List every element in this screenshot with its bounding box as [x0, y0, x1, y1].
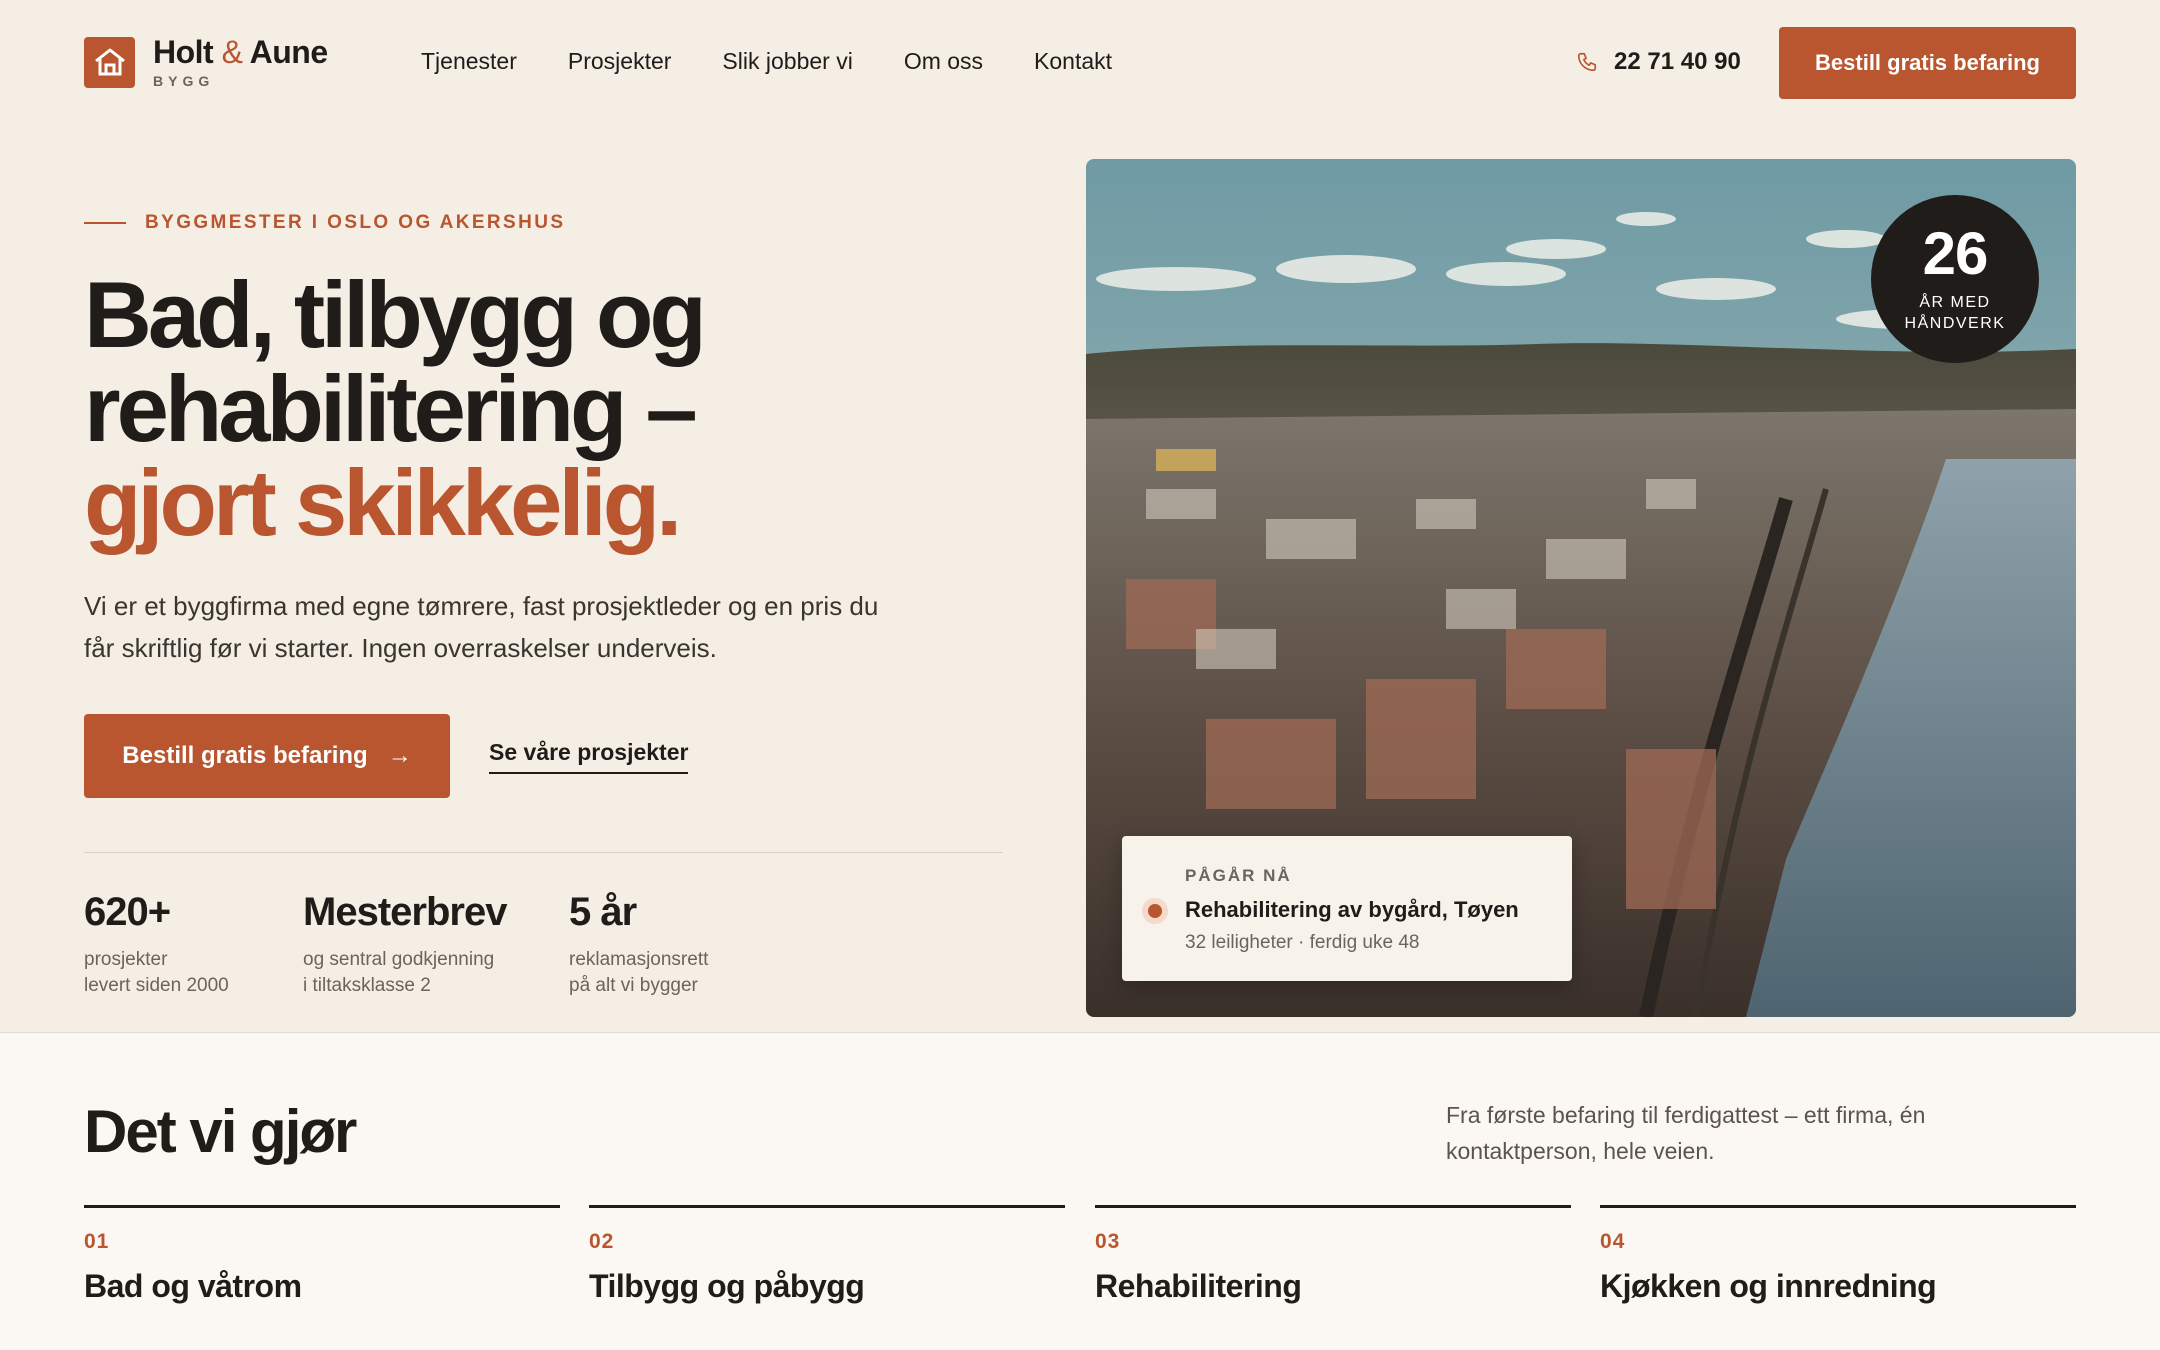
services-description: Fra første befaring til ferdigattest – e…	[1446, 1102, 1926, 1164]
service-number: 02	[589, 1230, 615, 1253]
service-number: 01	[84, 1230, 110, 1253]
phone-icon	[1577, 52, 1597, 72]
service-number: 04	[1600, 1230, 1626, 1253]
book-inspection-button-header[interactable]: Bestill gratis befaring	[1779, 27, 2076, 99]
brand-name: Holt & Aune	[153, 34, 328, 70]
stat-value: 620+	[84, 890, 171, 934]
arrow-right-icon: →	[387, 742, 412, 769]
hero-title-line-2: rehabilitering –	[84, 356, 698, 461]
live-dot-icon	[1142, 898, 1168, 924]
service-card-tilbygg[interactable]: 02 Tilbygg og påbygg	[589, 1205, 1065, 1305]
stat-label: reklamasjonsrett på alt vi bygger	[569, 949, 709, 996]
site-header: Holt & Aune BYGG Tjenester Prosjekter Sl…	[0, 0, 2160, 126]
nav-item-tjenester[interactable]: Tjenester	[421, 48, 517, 75]
service-card-kjokken[interactable]: 04 Kjøkken og innredning	[1600, 1205, 2076, 1305]
book-inspection-label: Bestill gratis befaring	[122, 742, 368, 769]
service-title: Kjøkken og innredning	[1600, 1268, 1937, 1304]
badge-number: 26	[1922, 220, 1989, 287]
nav-item-om-oss[interactable]: Om oss	[904, 48, 983, 75]
phone-link[interactable]: 22 71 40 90	[1576, 48, 1741, 76]
service-number: 03	[1095, 1230, 1121, 1253]
services-section: Det vi gjør Fra første befaring til ferd…	[0, 1032, 2160, 1350]
badge-label: ÅR MED HÅNDVERK	[1904, 294, 2006, 332]
see-projects-link[interactable]: Se våre prosjekter	[489, 739, 689, 774]
eyebrow-text: BYGGMESTER I OSLO OG AKERSHUS	[145, 212, 566, 233]
brand-subtitle: BYGG	[153, 73, 215, 89]
status-meta: 32 leiligheter · ferdig uke 48	[1185, 932, 1420, 953]
hero-lead: Vi er et byggfirma med egne tømrere, fas…	[84, 591, 879, 663]
stat-value: 5 år	[569, 890, 637, 934]
stat-label: prosjekter levert siden 2000	[84, 949, 229, 996]
service-title: Tilbygg og påbygg	[589, 1268, 865, 1304]
current-project-card[interactable]: PÅGÅR NÅ Rehabilitering av bygård, Tøyen…	[1122, 836, 1572, 981]
main-nav: Tjenester Prosjekter Slik jobber vi Om o…	[421, 48, 1163, 75]
service-card-rehabilitering[interactable]: 03 Rehabilitering	[1095, 1205, 1571, 1305]
hero-title-line-1: Bad, tilbygg og	[84, 262, 707, 367]
house-icon	[84, 36, 135, 88]
stat-value: Mesterbrev	[303, 890, 507, 934]
nav-item-prosjekter[interactable]: Prosjekter	[568, 48, 672, 75]
stat-projects: 620+ prosjekter levert siden 2000	[84, 890, 229, 999]
services-title: Det vi gjør	[84, 1098, 357, 1165]
stat-label: og sentral godkjenning i tiltaksklasse 2	[303, 949, 495, 996]
hero-divider	[84, 852, 1003, 853]
eyebrow-rule	[84, 222, 126, 224]
status-eyebrow: PÅGÅR NÅ	[1185, 866, 1292, 885]
nav-item-slik-jobber-vi[interactable]: Slik jobber vi	[722, 48, 852, 75]
stat-warranty: 5 år reklamasjonsrett på alt vi bygger	[569, 890, 708, 999]
stat-certification: Mesterbrev og sentral godkjenning i tilta…	[303, 890, 507, 999]
book-inspection-button[interactable]: Bestill gratis befaring →	[84, 714, 450, 798]
phone-number: 22 71 40 90	[1614, 48, 1741, 75]
status-title: Rehabilitering av bygård, Tøyen	[1185, 897, 1519, 922]
hero-eyebrow: BYGGMESTER I OSLO OG AKERSHUS	[84, 212, 565, 234]
hero-title-accent: gjort skikkelig.	[84, 450, 682, 555]
service-title: Bad og våtrom	[84, 1268, 302, 1304]
service-card-bad[interactable]: 01 Bad og våtrom	[84, 1205, 560, 1305]
hero-title: Bad, tilbygg og rehabilitering – gjort s…	[84, 268, 984, 550]
service-title: Rehabilitering	[1095, 1268, 1302, 1304]
logo[interactable]: Holt & Aune BYGG	[84, 36, 328, 88]
years-badge: 26 ÅR MED HÅNDVERK	[1871, 195, 2039, 363]
nav-item-kontakt[interactable]: Kontakt	[1034, 48, 1112, 75]
